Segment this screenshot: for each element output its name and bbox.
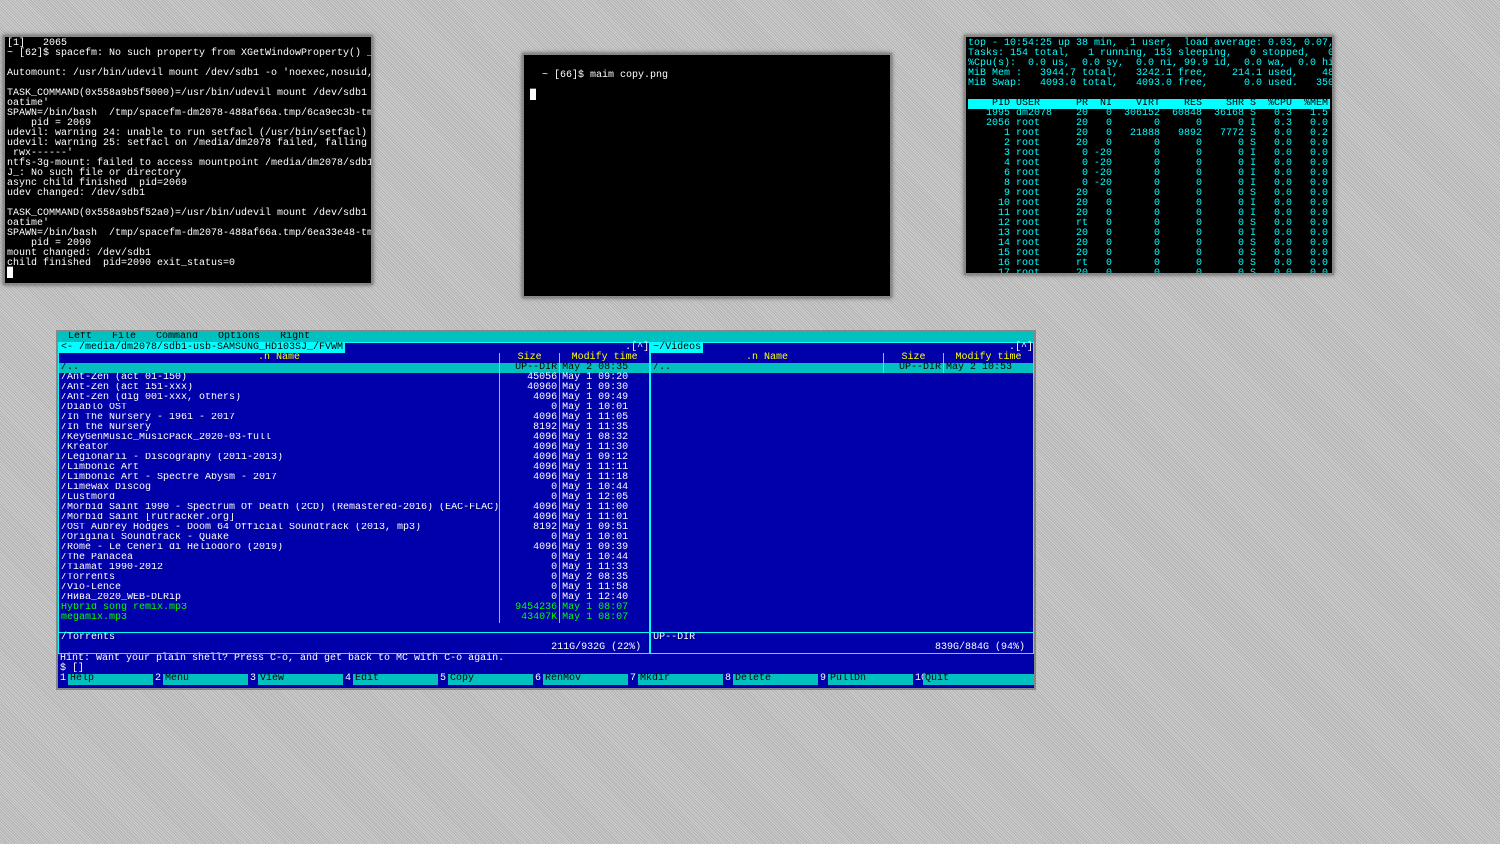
mc-col-name: .n Name [651, 353, 883, 363]
mc-file-name: /.. [59, 363, 499, 373]
mc-file-name: /.. [651, 363, 883, 373]
mc-menu-file[interactable]: File [112, 332, 136, 342]
mc-file-row[interactable]: /The Panacea0May 1 10:44 [59, 553, 649, 563]
mc-file-row[interactable]: megamix.mp343407KMay 1 08:07 [59, 613, 649, 623]
mc-fkey-quit[interactable]: 10Quit [913, 674, 1008, 685]
term2-prompt: ~ [66]$ maim copy.png [542, 70, 668, 81]
mc-file-name: /Limbonic Art [59, 463, 499, 473]
mc-hint: Hint: Want your plain shell? Press C-o, … [58, 654, 1034, 664]
mc-file-row[interactable]: /Vio-Lence0May 1 11:58 [59, 583, 649, 593]
mc-file-name: /Rome - Le Ceneri di Heliodoro (2019) [59, 543, 499, 553]
mc-left-panel[interactable]: <- /media/dm2078/sdb1-usb-SAMSUNG_HD103S… [58, 342, 650, 654]
mc-file-row[interactable]: /OST Aubrey Hodges - Doom 64 Official So… [59, 523, 649, 533]
mc-file-name: /Morbid Saint 1990 - Spectrum Of Death (… [59, 503, 499, 513]
mc-fkey-edit[interactable]: 4Edit [343, 674, 438, 685]
mc-file-name: /Tiamat 1990-2012 [59, 563, 499, 573]
mc-file-row[interactable]: /Original Soundtrack - Quake0May 1 10:01 [59, 533, 649, 543]
top-header-line: MiB Swap: 4093.0 total, 4093.0 free, 0.0… [968, 79, 1330, 89]
terminal-1[interactable]: [1] 2065 ~ [62]$ spacefm: No such proper… [3, 35, 373, 285]
mc-fkey-delete[interactable]: 8Delete [723, 674, 818, 685]
mc-file-row[interactable]: /Rome - Le Ceneri di Heliodoro (2019)409… [59, 543, 649, 553]
mc-file-row[interactable]: /KeyGenMusic_MusicPack_2020-03-full4096M… [59, 433, 649, 443]
mc-fkey-copy[interactable]: 5Copy [438, 674, 533, 685]
mc-fkey-help[interactable]: 1Help [58, 674, 153, 685]
mc-file-size: UP--DIR [883, 363, 943, 373]
mc-menu-right[interactable]: Right [280, 332, 310, 342]
mc-file-row[interactable]: /Lustmord0May 1 12:05 [59, 493, 649, 503]
mc-file-name: Hybrid song remix.mp3 [59, 603, 499, 613]
mc-file-row[interactable]: /Ant-Zen (act 151-xxx)40960May 1 09:30 [59, 383, 649, 393]
mc-file-row[interactable]: /Tiamat 1990-20120May 1 11:33 [59, 563, 649, 573]
mc-file-name: /Morbid Saint [rutracker.org] [59, 513, 499, 523]
mc-file-size: 43407K [499, 613, 559, 623]
mc-file-row[interactable]: /Torrents0May 2 08:35 [59, 573, 649, 583]
terminal-top[interactable]: top - 10:54:25 up 38 min, 1 user, load a… [964, 35, 1334, 275]
mc-right-status: UP--DIR [653, 633, 695, 643]
mc-file-name: /Vio-Lence [59, 583, 499, 593]
mc-file-row[interactable]: /In The Nursery - 1961 - 20174096May 1 1… [59, 413, 649, 423]
mc-file-date: May 2 10:53 [943, 363, 1033, 373]
mc-file-row[interactable]: /..UP--DIRMay 2 10:53 [651, 363, 1033, 373]
mc-file-name: megamix.mp3 [59, 613, 499, 623]
mc-left-path[interactable]: <- /media/dm2078/sdb1-usb-SAMSUNG_HD103S… [59, 343, 345, 353]
mc-file-row[interactable]: /In the Nursery8192May 1 11:35 [59, 423, 649, 433]
mc-file-name: /OST Aubrey Hodges - Doom 64 Official So… [59, 523, 499, 533]
mc-fkey-renmov[interactable]: 6RenMov [533, 674, 628, 685]
mc-menu-bar[interactable]: Left File Command Options Right [58, 332, 1034, 342]
mc-file-row[interactable]: /..UP--DIRMay 2 08:35 [59, 363, 649, 373]
mc-file-name: /Kreator [59, 443, 499, 453]
mc-menu-options[interactable]: Options [218, 332, 260, 342]
mc-file-row[interactable]: /Ant-Zen (act 01-150)45056May 1 09:20 [59, 373, 649, 383]
mc-file-row[interactable]: /Morbid Saint 1990 - Spectrum Of Death (… [59, 503, 649, 513]
mc-fkey-pulldn[interactable]: 9PullDn [818, 674, 913, 685]
mc-file-name: /Limewax Discog [59, 483, 499, 493]
mc-file-name: /Diablo OST [59, 403, 499, 413]
mc-file-row[interactable]: /Ant-Zen (dig 001-xxx, others)4096May 1 … [59, 393, 649, 403]
mc-file-date: May 1 08:07 [559, 613, 649, 623]
mc-file-name: /Lustmord [59, 493, 499, 503]
mc-file-name: /Limbonic Art - Spectre Abysm - 2017 [59, 473, 499, 483]
mc-file-name: /Original Soundtrack - Quake [59, 533, 499, 543]
term2-cursor: █ [530, 90, 536, 101]
mc-file-row[interactable]: /Limbonic Art4096May 1 11:11 [59, 463, 649, 473]
mc-left-free: 211G/932G (22%) [551, 643, 645, 653]
mc-file-row[interactable]: Hybrid song remix.mp39454236May 1 08:07 [59, 603, 649, 613]
mc-right-free: 839G/884G (94%) [935, 643, 1029, 653]
mc-file-name: /Torrents [59, 573, 499, 583]
mc-menu-command[interactable]: Command [156, 332, 198, 342]
mc-file-name: /Ant-Zen (act 151-xxx) [59, 383, 499, 393]
midnight-commander[interactable]: Left File Command Options Right <- /media/dm… [56, 330, 1036, 690]
mc-file-name: /Legionarii - Discography (2011-2013) [59, 453, 499, 463]
mc-file-name: /In the Nursery [59, 423, 499, 433]
mc-file-row[interactable]: /Diablo OST0May 1 10:01 [59, 403, 649, 413]
terminal-2[interactable]: ~ [66]$ maim copy.png █ [522, 53, 892, 298]
mc-col-name: .n Name [59, 353, 499, 363]
mc-file-row[interactable]: /Limbonic Art - Spectre Abysm - 20174096… [59, 473, 649, 483]
mc-file-row[interactable]: /Kreator4096May 1 11:30 [59, 443, 649, 453]
mc-function-keys[interactable]: 1Help2Menu3View4Edit5Copy6RenMov7Mkdir8D… [58, 674, 1034, 685]
mc-file-name: /The Panacea [59, 553, 499, 563]
mc-file-name: /Ant-Zen (act 01-150) [59, 373, 499, 383]
mc-file-name: /In The Nursery - 1961 - 2017 [59, 413, 499, 423]
mc-file-row[interactable]: /Нива_2020_WEB-DLRip0May 1 12:40 [59, 593, 649, 603]
mc-menu-left[interactable]: Left [68, 332, 92, 342]
mc-file-row[interactable]: /Legionarii - Discography (2011-2013)409… [59, 453, 649, 463]
mc-file-row[interactable]: /Limewax Discog0May 1 10:44 [59, 483, 649, 493]
mc-file-name: /Нива_2020_WEB-DLRip [59, 593, 499, 603]
mc-fkey-mkdir[interactable]: 7Mkdir [628, 674, 723, 685]
mc-fkey-view[interactable]: 3View [248, 674, 343, 685]
mc-file-name: /Ant-Zen (dig 001-xxx, others) [59, 393, 499, 403]
mc-right-path[interactable]: ~/Videos [651, 343, 703, 353]
top-process-row[interactable]: 17 root 20 0 0 0 0 S 0.0 0.0 0:00.01 kso… [968, 269, 1330, 275]
mc-left-status: /Torrents [61, 633, 115, 643]
mc-fkey-menu[interactable]: 2Menu [153, 674, 248, 685]
mc-file-name: /KeyGenMusic_MusicPack_2020-03-full [59, 433, 499, 443]
mc-right-panel[interactable]: ~/Videos.[^].n NameSizeModify time/..UP-… [650, 342, 1034, 654]
mc-file-row[interactable]: /Morbid Saint [rutracker.org]4096May 1 1… [59, 513, 649, 523]
